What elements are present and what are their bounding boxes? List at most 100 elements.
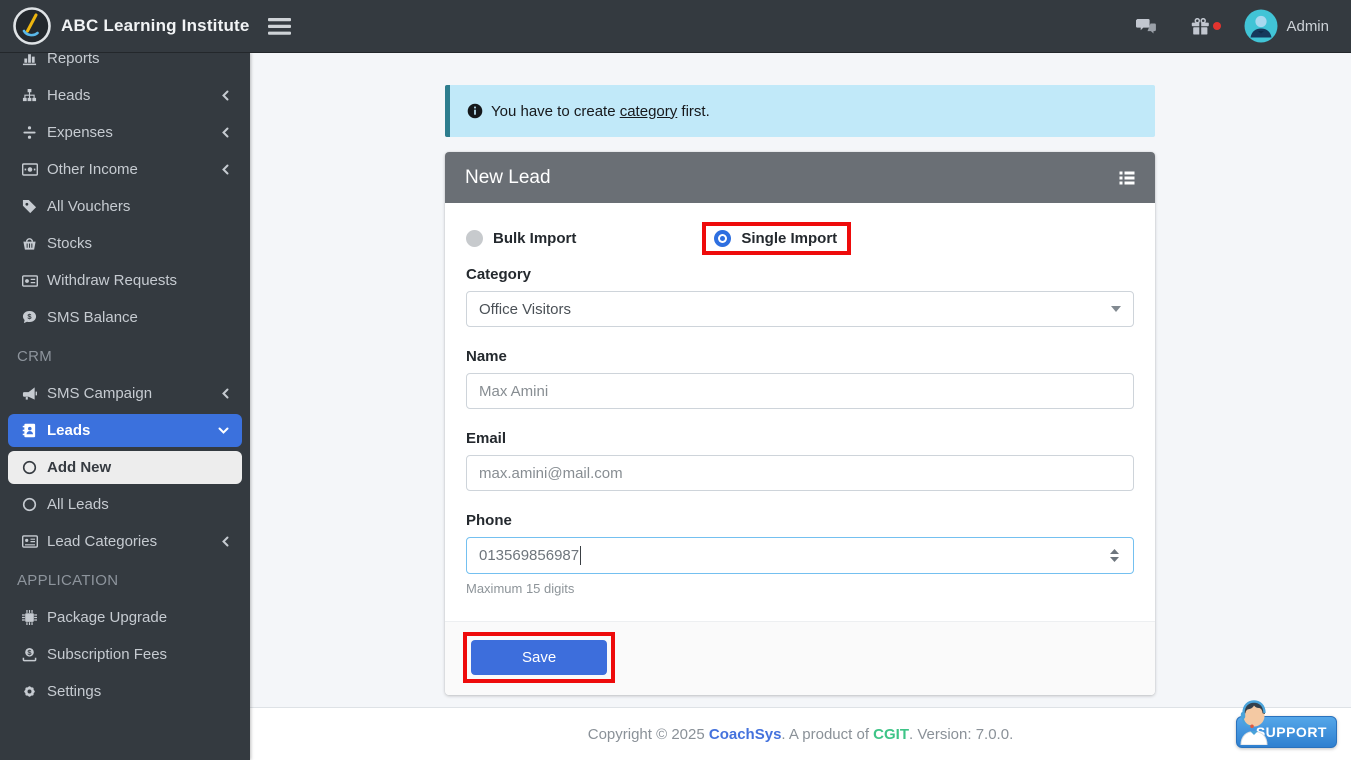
- money-bill-icon: [21, 163, 38, 176]
- sidebar-item-label: Add New: [47, 459, 111, 476]
- text-cursor: [580, 546, 581, 565]
- coachsys-link[interactable]: CoachSys: [709, 726, 782, 743]
- category-label: Category: [466, 266, 1134, 283]
- email-group: Email: [466, 430, 1134, 491]
- chart-bar-icon: [21, 53, 38, 66]
- money-check-icon: [21, 275, 38, 287]
- divide-icon: [21, 125, 38, 140]
- id-card-icon: [21, 535, 38, 548]
- sitemap-icon: [21, 88, 38, 103]
- category-link[interactable]: category: [620, 103, 678, 120]
- category-selected-value: Office Visitors: [479, 301, 571, 318]
- sidebar-item-sms-campaign[interactable]: SMS Campaign: [8, 377, 242, 410]
- sidebar-item-settings[interactable]: Settings: [8, 675, 242, 708]
- card-footer: Save: [445, 621, 1155, 695]
- microchip-icon: [21, 610, 38, 625]
- sidebar-item-withdraw-requests[interactable]: Withdraw Requests: [8, 264, 242, 297]
- main-content: You have to create category first. New L…: [250, 53, 1351, 707]
- annotation-box-save: Save: [463, 632, 615, 683]
- sidebar-item-all-vouchers[interactable]: All Vouchers: [8, 190, 242, 223]
- brand[interactable]: ABC Learning Institute: [0, 0, 250, 53]
- phone-label: Phone: [466, 512, 1134, 529]
- list-icon[interactable]: [1119, 171, 1135, 185]
- card-header: New Lead: [445, 152, 1155, 203]
- brand-title: ABC Learning Institute: [61, 16, 250, 36]
- support-widget: SUPPORT: [1233, 695, 1337, 750]
- sidebar-item-package-upgrade[interactable]: Package Upgrade: [8, 601, 242, 634]
- single-import-radio[interactable]: Single Import: [714, 230, 837, 247]
- avatar: [1244, 9, 1278, 43]
- top-navbar: ABC Learning Institute: [0, 0, 1351, 53]
- circle-icon: [21, 497, 38, 512]
- app-logo-icon: [12, 6, 52, 46]
- number-spinner[interactable]: [1100, 549, 1129, 562]
- phone-help-text: Maximum 15 digits: [466, 581, 1134, 596]
- phone-value: 013569856987: [479, 547, 579, 564]
- sidebar-item-leads[interactable]: Leads: [8, 414, 242, 447]
- radio-checked-icon: [714, 230, 731, 247]
- sidebar-item-label: SMS Balance: [47, 309, 138, 326]
- sidebar-item-reports[interactable]: Reports: [8, 53, 242, 75]
- sidebar-item-label: Leads: [47, 422, 90, 439]
- comment-dollar-icon: $: [21, 310, 38, 325]
- chevron-down-icon: [218, 427, 229, 434]
- info-alert: You have to create category first.: [445, 85, 1155, 137]
- sidebar-item-label: Package Upgrade: [47, 609, 167, 626]
- sidebar-item-heads[interactable]: Heads: [8, 79, 242, 112]
- category-select[interactable]: Office Visitors: [466, 291, 1134, 327]
- import-mode-radios: Bulk Import Single Import: [466, 222, 1134, 255]
- save-button[interactable]: Save: [471, 640, 607, 675]
- sidebar-item-label: Settings: [47, 683, 101, 700]
- sidebar-item-expenses[interactable]: Expenses: [8, 116, 242, 149]
- cgit-link[interactable]: CGIT: [873, 726, 909, 743]
- chevron-left-icon: [222, 536, 229, 547]
- chat-icon[interactable]: [1135, 18, 1157, 35]
- name-input[interactable]: [466, 373, 1134, 409]
- sidebar-item-all-leads[interactable]: All Leads: [8, 488, 242, 521]
- name-group: Name: [466, 348, 1134, 409]
- sidebar-section-crm: CRM: [8, 340, 242, 373]
- chevron-left-icon: [222, 90, 229, 101]
- chevron-left-icon: [222, 164, 229, 175]
- copyright-text: Copyright © 2025 CoachSys. A product of …: [588, 726, 1013, 743]
- sidebar-item-label: Subscription Fees: [47, 646, 167, 663]
- bullhorn-icon: [21, 386, 38, 401]
- user-menu[interactable]: Admin: [1244, 9, 1329, 43]
- chevron-left-icon: [222, 388, 229, 399]
- navbar-right: Admin: [1135, 9, 1351, 43]
- chevron-left-icon: [222, 127, 229, 138]
- sidebar-item-label: All Vouchers: [47, 198, 130, 215]
- sidebar: Reports Heads Expenses Other Incom: [0, 53, 250, 760]
- sidebar-item-label: Stocks: [47, 235, 92, 252]
- notification-dot: [1213, 22, 1221, 30]
- bulk-import-radio[interactable]: Bulk Import: [466, 230, 576, 247]
- sidebar-item-subscription-fees[interactable]: $ Subscription Fees: [8, 638, 242, 671]
- sidebar-item-label: Expenses: [47, 124, 113, 141]
- sidebar-item-add-new[interactable]: Add New: [8, 451, 242, 484]
- sidebar-item-other-income[interactable]: Other Income: [8, 153, 242, 186]
- user-name: Admin: [1286, 18, 1329, 35]
- coin-deposit-icon: $: [21, 647, 38, 662]
- annotation-box-single-import: Single Import: [702, 222, 851, 255]
- email-input[interactable]: [466, 455, 1134, 491]
- sidebar-item-lead-categories[interactable]: Lead Categories: [8, 525, 242, 558]
- phone-input[interactable]: 013569856987: [466, 537, 1134, 574]
- sidebar-item-label: Other Income: [47, 161, 138, 178]
- email-label: Email: [466, 430, 1134, 447]
- sidebar-item-label: Withdraw Requests: [47, 272, 177, 289]
- tags-icon: [21, 199, 38, 214]
- gear-icon: [21, 684, 38, 699]
- basket-icon: [21, 236, 38, 251]
- new-lead-card: New Lead Bulk Import Single Import: [445, 152, 1155, 695]
- circle-icon: [21, 460, 38, 475]
- card-body: Bulk Import Single Import Category Offic…: [445, 203, 1155, 621]
- sidebar-item-sms-balance[interactable]: $ SMS Balance: [8, 301, 242, 334]
- hamburger-menu-icon[interactable]: [268, 18, 291, 35]
- alert-text: You have to create category first.: [491, 103, 710, 120]
- sidebar-item-stocks[interactable]: Stocks: [8, 227, 242, 260]
- support-button[interactable]: SUPPORT: [1236, 716, 1337, 748]
- gift-icon[interactable]: [1191, 18, 1210, 35]
- radio-unchecked-icon: [466, 230, 483, 247]
- page-footer: Copyright © 2025 CoachSys. A product of …: [250, 707, 1351, 760]
- card-title: New Lead: [465, 167, 551, 189]
